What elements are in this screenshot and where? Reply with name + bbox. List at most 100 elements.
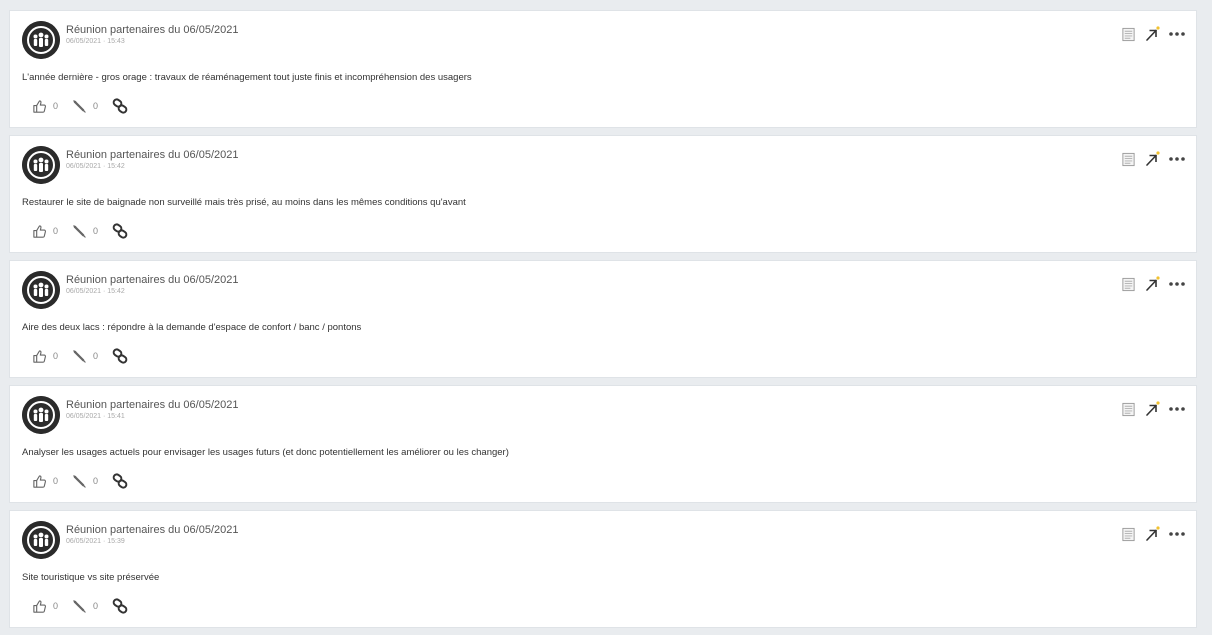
post-toolbar — [1121, 26, 1186, 42]
post-toolbar — [1121, 401, 1186, 417]
post-title[interactable]: Réunion partenaires du 06/05/2021 — [66, 524, 238, 536]
pencil-icon — [73, 599, 86, 613]
comment-button[interactable]: 0 — [72, 349, 112, 364]
like-button[interactable]: 0 — [32, 349, 72, 364]
comment-button[interactable]: 0 — [72, 99, 112, 114]
move-button[interactable] — [1144, 276, 1160, 292]
thumbs-up-icon — [33, 349, 47, 363]
post-feed: Réunion partenaires du 06/05/2021 06/05/… — [9, 10, 1197, 635]
notepad-icon — [1122, 277, 1135, 291]
pencil-icon — [73, 224, 86, 238]
group-avatar-icon[interactable] — [22, 146, 60, 184]
comment-count: 0 — [93, 476, 99, 486]
chain-link-icon — [112, 348, 128, 364]
post-title[interactable]: Réunion partenaires du 06/05/2021 — [66, 24, 238, 36]
post-actions: 0 0 — [32, 347, 128, 365]
note-button[interactable] — [1121, 152, 1136, 167]
post-card: Réunion partenaires du 06/05/2021 06/05/… — [9, 260, 1197, 378]
like-button[interactable]: 0 — [32, 99, 72, 114]
comment-button[interactable]: 0 — [72, 474, 112, 489]
ellipsis-icon — [1169, 407, 1185, 411]
group-avatar-icon[interactable] — [22, 271, 60, 309]
move-button[interactable] — [1144, 26, 1160, 42]
like-button[interactable]: 0 — [32, 599, 72, 614]
notepad-icon — [1122, 152, 1135, 166]
like-count: 0 — [53, 351, 59, 361]
post-toolbar — [1121, 276, 1186, 292]
chain-link-icon — [112, 98, 128, 114]
post-title[interactable]: Réunion partenaires du 06/05/2021 — [66, 149, 238, 161]
post-title[interactable]: Réunion partenaires du 06/05/2021 — [66, 274, 238, 286]
comment-count: 0 — [93, 351, 99, 361]
post-timestamp: 06/05/2021 · 15:42 — [66, 288, 125, 295]
post-body-text: Analyser les usages actuels pour envisag… — [22, 447, 509, 458]
ellipsis-icon — [1169, 532, 1185, 536]
post-timestamp: 06/05/2021 · 15:41 — [66, 413, 125, 420]
ellipsis-icon — [1169, 32, 1185, 36]
link-button[interactable] — [112, 98, 128, 114]
like-button[interactable]: 0 — [32, 224, 72, 239]
post-card: Réunion partenaires du 06/05/2021 06/05/… — [9, 10, 1197, 128]
pencil-icon — [73, 99, 86, 113]
arrow-up-right-icon — [1146, 151, 1160, 166]
post-body-text: Restaurer le site de baignade non survei… — [22, 197, 466, 208]
link-button[interactable] — [112, 598, 128, 614]
like-count: 0 — [53, 226, 59, 236]
like-button[interactable]: 0 — [32, 474, 72, 489]
group-avatar-icon[interactable] — [22, 396, 60, 434]
more-options-button[interactable] — [1168, 156, 1186, 162]
comment-button[interactable]: 0 — [72, 599, 112, 614]
arrow-up-right-icon — [1146, 526, 1160, 541]
link-button[interactable] — [112, 223, 128, 239]
arrow-up-right-icon — [1146, 401, 1160, 416]
more-options-button[interactable] — [1168, 406, 1186, 412]
note-button[interactable] — [1121, 277, 1136, 292]
note-button[interactable] — [1121, 402, 1136, 417]
post-timestamp: 06/05/2021 · 15:39 — [66, 538, 125, 545]
post-title[interactable]: Réunion partenaires du 06/05/2021 — [66, 399, 238, 411]
post-toolbar — [1121, 151, 1186, 167]
move-button[interactable] — [1144, 151, 1160, 167]
notepad-icon — [1122, 402, 1135, 416]
post-timestamp: 06/05/2021 · 15:42 — [66, 163, 125, 170]
post-actions: 0 0 — [32, 97, 128, 115]
more-options-button[interactable] — [1168, 281, 1186, 287]
post-actions: 0 0 — [32, 597, 128, 615]
notepad-icon — [1122, 27, 1135, 41]
chain-link-icon — [112, 598, 128, 614]
ellipsis-icon — [1169, 157, 1185, 161]
post-actions: 0 0 — [32, 472, 128, 490]
comment-count: 0 — [93, 601, 99, 611]
post-actions: 0 0 — [32, 222, 128, 240]
note-button[interactable] — [1121, 527, 1136, 542]
post-card: Réunion partenaires du 06/05/2021 06/05/… — [9, 385, 1197, 503]
arrow-up-right-icon — [1146, 276, 1160, 291]
move-button[interactable] — [1144, 526, 1160, 542]
comment-button[interactable]: 0 — [72, 224, 112, 239]
more-options-button[interactable] — [1168, 31, 1186, 37]
thumbs-up-icon — [33, 224, 47, 238]
chain-link-icon — [112, 223, 128, 239]
notepad-icon — [1122, 527, 1135, 541]
ellipsis-icon — [1169, 282, 1185, 286]
link-button[interactable] — [112, 473, 128, 489]
arrow-up-right-icon — [1146, 26, 1160, 41]
group-avatar-icon[interactable] — [22, 521, 60, 559]
note-button[interactable] — [1121, 27, 1136, 42]
comment-count: 0 — [93, 226, 99, 236]
chain-link-icon — [112, 473, 128, 489]
thumbs-up-icon — [33, 599, 47, 613]
pencil-icon — [73, 474, 86, 488]
post-toolbar — [1121, 526, 1186, 542]
link-button[interactable] — [112, 348, 128, 364]
group-avatar-icon[interactable] — [22, 21, 60, 59]
post-body-text: L'année dernière - gros orage : travaux … — [22, 72, 472, 83]
post-card: Réunion partenaires du 06/05/2021 06/05/… — [9, 510, 1197, 628]
post-card: Réunion partenaires du 06/05/2021 06/05/… — [9, 135, 1197, 253]
like-count: 0 — [53, 601, 59, 611]
pencil-icon — [73, 349, 86, 363]
like-count: 0 — [53, 101, 59, 111]
move-button[interactable] — [1144, 401, 1160, 417]
thumbs-up-icon — [33, 474, 47, 488]
more-options-button[interactable] — [1168, 531, 1186, 537]
